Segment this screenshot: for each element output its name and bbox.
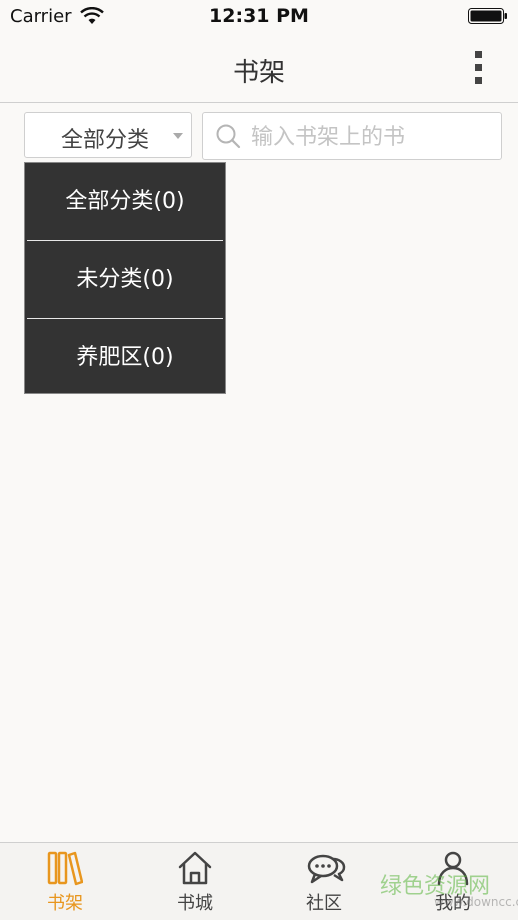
more-vertical-icon-dot [474, 64, 482, 71]
search-input[interactable] [249, 119, 493, 155]
tab-profile[interactable]: 我的 [388, 843, 518, 920]
tab-bookshelf-label: 书架 [47, 893, 83, 914]
tab-profile-label: 我的 [435, 893, 471, 914]
category-dropdown: 全部分类(0) 未分类(0) 养肥区(0) [24, 162, 226, 394]
status-bar: Carrier 12:31 PM [0, 0, 518, 34]
status-time: 12:31 PM [209, 5, 309, 27]
tab-bookstore-label: 书城 [177, 893, 213, 914]
search-icon [216, 124, 241, 149]
more-menu-button[interactable] [472, 48, 484, 88]
bookshelf-screen: Carrier 12:31 PM 书架 全部分类 输入书架上的书 全部分类(0)… [0, 0, 518, 920]
tab-community-label: 社区 [306, 893, 342, 914]
dropdown-option-all[interactable]: 全部分类(0) [25, 163, 225, 240]
home-icon [178, 851, 212, 885]
tab-bookstore[interactable]: 书城 [130, 843, 260, 920]
tab-community[interactable]: 社区 [259, 843, 389, 920]
chevron-down-icon [173, 133, 183, 139]
category-select-value: 全部分类 [61, 128, 150, 153]
tab-bar: 书架 书城 社区 我的 [0, 842, 518, 920]
tab-bookshelf[interactable]: 书架 [0, 843, 130, 920]
chat-bubbles-icon [307, 854, 346, 884]
dropdown-option-fattening[interactable]: 养肥区(0) [25, 319, 225, 396]
person-icon [437, 851, 469, 886]
page-title: 书架 [232, 58, 285, 88]
bookshelf-icon [47, 851, 83, 886]
battery-icon [468, 8, 507, 24]
more-vertical-icon-dot [474, 77, 482, 84]
search-box[interactable] [202, 112, 502, 160]
more-vertical-icon [474, 51, 482, 58]
category-select[interactable]: 全部分类 [24, 112, 192, 158]
dropdown-option-uncategorized[interactable]: 未分类(0) [25, 241, 225, 318]
nav-bar: 书架 [0, 34, 518, 103]
